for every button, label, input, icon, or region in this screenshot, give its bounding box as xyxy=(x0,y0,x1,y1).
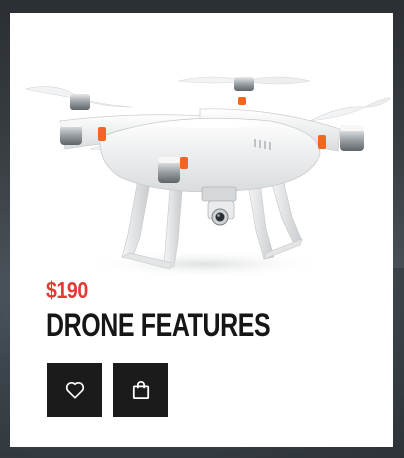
product-price: $190 xyxy=(46,277,88,303)
product-card: $190 DRONE FEATURES xyxy=(10,13,393,447)
heart-icon xyxy=(65,381,84,399)
shopping-bag-icon xyxy=(132,381,149,399)
product-image[interactable] xyxy=(20,59,390,285)
wishlist-button[interactable] xyxy=(47,363,102,417)
product-title[interactable]: DRONE FEATURES xyxy=(46,307,271,344)
product-actions xyxy=(47,363,168,417)
add-to-cart-button[interactable] xyxy=(113,363,168,417)
